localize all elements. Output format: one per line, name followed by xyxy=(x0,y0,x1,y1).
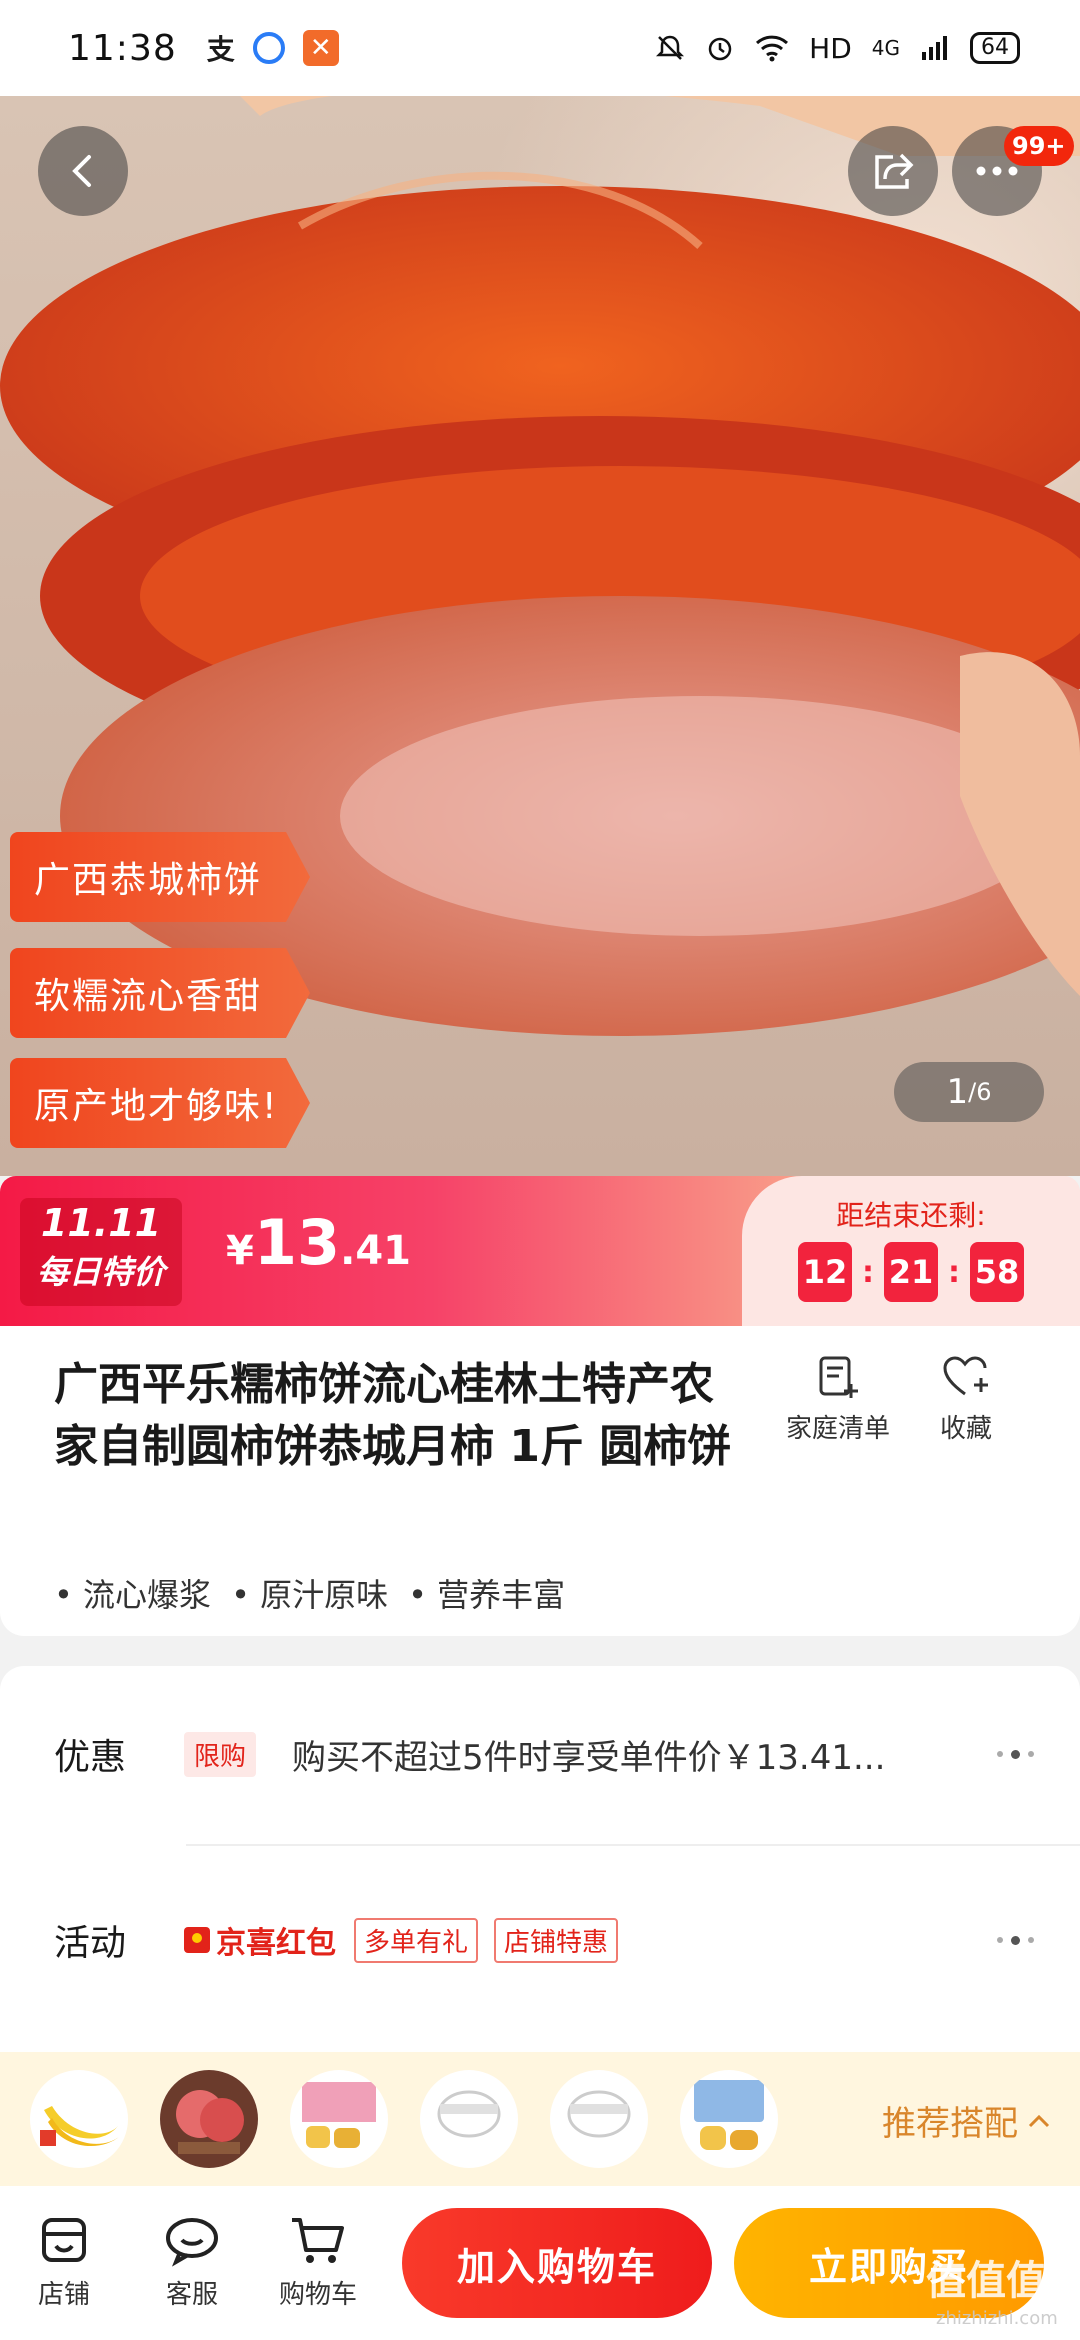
feature-item: • 流心爆浆 xyxy=(54,1576,212,1614)
reco-label: 推荐搭配 xyxy=(882,2104,1018,2144)
feature-item: • 原汁原味 xyxy=(231,1576,389,1614)
browser-app-icon xyxy=(252,32,285,64)
notification-badge: 99+ xyxy=(1004,126,1074,166)
feature-item: • 营养丰富 xyxy=(408,1576,566,1614)
signal-icon xyxy=(922,36,947,60)
discount-row[interactable]: 优惠 限购 购买不超过5件时享受单件价￥13.41... xyxy=(54,1728,1034,1780)
countdown-separator: : xyxy=(862,1254,874,1290)
list-add-icon xyxy=(819,1356,858,1398)
countdown-timer: 12 : 21 : 58 xyxy=(798,1242,1024,1302)
shop-button[interactable]: 店铺 xyxy=(14,2212,114,2311)
reco-thumb-banana[interactable] xyxy=(30,2070,128,2168)
shop-icon xyxy=(42,2218,86,2262)
chat-icon xyxy=(166,2218,218,2267)
placeholder-icon xyxy=(437,2090,501,2138)
placeholder-icon xyxy=(567,2090,631,2138)
status-app-icons: 支 ✕ xyxy=(207,28,339,68)
activity-row[interactable]: 活动 京喜红包 多单有礼 店铺特惠 xyxy=(54,1914,1034,1966)
feature-list: • 流心爆浆 • 原汁原味 • 营养丰富 xyxy=(54,1570,565,1616)
price: ¥13.41 xyxy=(226,1206,411,1279)
jx-label: 京喜红包 xyxy=(216,1926,336,1961)
favorite-label: 收藏 xyxy=(939,1414,992,1444)
chevron-left-icon xyxy=(72,155,91,187)
signal-type: 4G xyxy=(871,36,900,60)
chevron-up-icon xyxy=(1028,2114,1050,2127)
activity-label: 活动 xyxy=(54,1923,127,1964)
price-decimal: .41 xyxy=(340,1228,411,1274)
mute-icon xyxy=(656,35,685,60)
countdown-label: 距结束还剩: xyxy=(836,1199,986,1232)
product-image-carousel[interactable]: 99+ 广西恭城柿饼 软糯流心香甜 原产地才够味! 1/6 xyxy=(0,96,1080,1176)
hero-tag-1: 广西恭城柿饼 xyxy=(10,832,310,922)
discount-label: 优惠 xyxy=(54,1737,127,1778)
promo-line2: 每日特价 xyxy=(36,1253,165,1291)
countdown-hours: 12 xyxy=(798,1242,852,1302)
pager-total: /6 xyxy=(968,1078,992,1106)
snack-box-icon xyxy=(302,2082,376,2148)
bottom-action-bar: 店铺 客服 购物车 加入购物车 立即购买 xyxy=(0,2186,1080,2340)
pager-current: 1 xyxy=(946,1072,969,1112)
app-icon: ✕ xyxy=(302,30,339,66)
product-title: 广西平乐糯柿饼流心桂林土特产农家自制圆柿饼恭城月柿 1斤 圆柿饼 xyxy=(54,1359,732,1472)
share-icon xyxy=(875,153,914,189)
countdown-separator: : xyxy=(948,1254,960,1290)
heart-plus-icon xyxy=(943,1356,988,1396)
wifi-icon xyxy=(756,35,789,62)
activity-tag: 多单有礼 xyxy=(354,1917,479,1963)
price-bar: 11.11 每日特价 ¥13.41 距结束还剩: 12 : 21 : 58 xyxy=(0,1176,1080,1326)
favorite-button[interactable]: 收藏 xyxy=(896,1354,1036,1445)
cart-button[interactable]: 购物车 xyxy=(268,2212,368,2311)
more-icon xyxy=(976,166,1018,176)
network-type: HD xyxy=(809,31,852,65)
countdown-seconds: 58 xyxy=(970,1242,1024,1302)
red-packet-icon xyxy=(184,1927,210,1953)
cart-label: 购物车 xyxy=(278,2280,357,2310)
battery-icon: 64 xyxy=(970,32,1020,64)
status-bar: 11:38 支 ✕ HD 4G 64 xyxy=(0,0,1080,96)
reco-thumb-cookie[interactable] xyxy=(680,2070,778,2168)
price-integer: 13 xyxy=(253,1206,341,1279)
cart-icon xyxy=(292,2218,344,2263)
watermark: 值值值 xyxy=(926,2258,1046,2304)
banana-icon xyxy=(40,2106,120,2147)
activity-tag: 店铺特惠 xyxy=(494,1917,619,1963)
jx-red-packet: 京喜红包 xyxy=(184,1918,336,1962)
product-info: 广西平乐糯柿饼流心桂林土特产农家自制圆柿饼恭城月柿 1斤 圆柿饼 家庭清单 收藏… xyxy=(0,1326,1080,1636)
limit-tag: 限购 xyxy=(184,1731,257,1777)
reco-thumb-snack[interactable] xyxy=(290,2070,388,2168)
more-dots-icon xyxy=(997,1749,1034,1759)
add-to-family-list-button[interactable]: 家庭清单 xyxy=(768,1354,908,1445)
add-to-cart-button[interactable]: 加入购物车 xyxy=(402,2208,712,2318)
countdown: 距结束还剩: 12 : 21 : 58 xyxy=(742,1176,1080,1326)
customer-service-button[interactable]: 客服 xyxy=(142,2212,242,2311)
discount-text: 购买不超过5件时享受单件价￥13.41... xyxy=(292,1737,886,1778)
family-list-label: 家庭清单 xyxy=(785,1414,890,1444)
hero-tag-2: 软糯流心香甜 xyxy=(10,948,310,1038)
peach-icon xyxy=(160,2070,258,2168)
image-pager: 1/6 xyxy=(894,1062,1044,1122)
more-dots-icon xyxy=(997,1935,1034,1945)
share-button[interactable] xyxy=(848,126,938,216)
service-label: 客服 xyxy=(165,2280,218,2310)
watermark-url: zhizhizhi.com xyxy=(936,2308,1058,2329)
price-currency: ¥ xyxy=(226,1228,254,1274)
status-right: HD 4G 64 xyxy=(655,32,1020,65)
offers-section: 优惠 限购 购买不超过5件时享受单件价￥13.41... 活动 京喜红包 多单有… xyxy=(0,1666,1080,2066)
reco-thumb-peach[interactable] xyxy=(160,2070,258,2168)
status-time: 11:38 xyxy=(68,27,177,69)
hero-tag-3: 原产地才够味! xyxy=(10,1058,310,1148)
recommended-combo-link[interactable]: 推荐搭配 xyxy=(882,2096,1050,2145)
daily-deal-logo: 11.11 每日特价 xyxy=(20,1198,182,1306)
cookie-bag-icon xyxy=(694,2080,764,2150)
reco-thumb-placeholder[interactable] xyxy=(420,2070,518,2168)
divider xyxy=(186,1844,1080,1846)
countdown-minutes: 21 xyxy=(884,1242,938,1302)
reco-thumb-placeholder[interactable] xyxy=(550,2070,648,2168)
back-button[interactable] xyxy=(38,126,128,216)
promo-line1: 11.11 xyxy=(40,1201,162,1245)
alarm-icon xyxy=(708,37,732,61)
shop-label: 店铺 xyxy=(37,2280,90,2310)
recommendation-strip: 推荐搭配 xyxy=(0,2052,1080,2186)
alipay-app-icon: 支 xyxy=(206,33,235,66)
